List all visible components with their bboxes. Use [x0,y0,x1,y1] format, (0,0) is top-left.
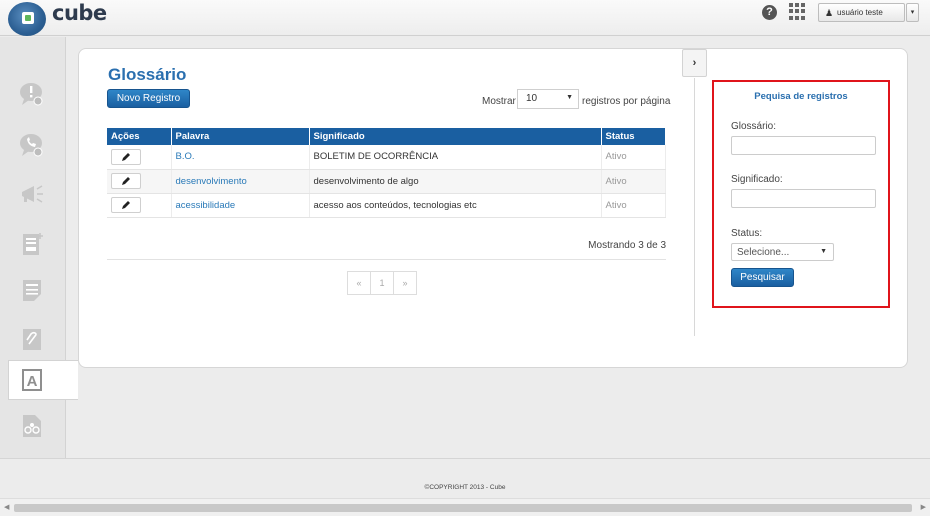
pagination: « 1 » [347,271,417,295]
scroll-left-icon[interactable]: ◀ [4,503,9,511]
sidebar-item-alert-chat[interactable] [14,77,50,111]
sidebar-item-add-report[interactable] [14,227,50,261]
per-page-label: registros por página [582,96,671,107]
horizontal-scrollbar[interactable]: ◀ ▶ [0,498,930,516]
sidebar-item-sla[interactable] [14,273,50,307]
app-name[interactable]: cube [52,1,107,25]
meaning-cell: acesso aos conteúdos, tecnologias etc [309,193,602,218]
table-row: acessibilidade acesso aos conteúdos, tec… [107,193,666,218]
sla-document-icon [23,280,41,301]
attachment-icon [23,329,41,350]
chevron-down-icon: ▼ [820,248,827,255]
word-link[interactable]: B.O. [171,145,310,170]
word-link[interactable]: desenvolvimento [171,169,310,194]
significado-label: Significado: [731,174,783,185]
user-name: usuário teste [837,8,883,17]
search-panel-title: Pequisa de registros [754,91,848,102]
status-select[interactable]: Selecione... ▼ [731,243,834,261]
search-button[interactable]: Pesquisar [731,268,794,287]
divider [107,259,666,260]
column-header-significado[interactable]: Significado [309,128,602,145]
grid-icon[interactable] [789,3,806,20]
status-label: Status: [731,228,763,239]
user-menu-caret[interactable]: ▾ [906,3,919,22]
phone-chat-icon [20,134,43,157]
results-count: Mostrando 3 de 3 [588,240,666,251]
table-row: B.O. BOLETIM DE OCORRÊNCIA Ativo [107,145,666,170]
pagination-page-1[interactable]: 1 [370,271,394,295]
workflow-document-icon [23,415,41,437]
person-icon: ♟ [825,8,834,18]
page-size-value: 10 [526,93,538,104]
scroll-right-icon[interactable]: ▶ [921,503,926,511]
glossario-label: Glossário: [731,121,777,132]
glossary-icon: A [22,369,42,391]
sidebar-item-phone-chat[interactable] [14,128,50,162]
new-record-button[interactable]: Novo Registro [107,89,190,108]
footer: ©COPYRIGHT 2013 - Cube [0,458,930,498]
column-header-palavra[interactable]: Palavra [171,128,310,145]
page-size-label: Mostrar [482,96,516,107]
top-bar: cube ? ♟ usuário teste ▾ [0,0,930,36]
table-header-row: Ações Palavra Significado Status [107,128,666,145]
chevron-down-icon: ▼ [566,94,573,101]
megaphone-icon [22,185,43,203]
sidebar-item-glossary[interactable]: A [14,363,50,397]
pagination-prev[interactable]: « [347,271,371,295]
svg-text:A: A [27,373,38,390]
search-panel: Pequisa de registros Glossário: Signific… [712,80,890,308]
copyright-text: ©COPYRIGHT 2013 - Cube [424,484,506,491]
glossario-input[interactable] [731,136,876,155]
toggle-search-panel-button[interactable]: › [682,49,707,77]
panel-divider [694,78,695,336]
pencil-icon [122,152,130,161]
pagination-next[interactable]: » [393,271,417,295]
add-report-icon [23,233,43,255]
sidebar-item-megaphone[interactable] [14,177,50,211]
scrollbar-thumb[interactable] [14,504,912,512]
status-cell: Ativo [601,169,666,194]
question-circle-icon[interactable]: ? [762,5,777,20]
page-title: Glossário [108,65,187,84]
user-menu-button[interactable]: ♟ usuário teste [818,3,905,22]
meaning-cell: BOLETIM DE OCORRÊNCIA [309,145,602,170]
meaning-cell: desenvolvimento de algo [309,169,602,194]
table-row: desenvolvimento desenvolvimento de algo … [107,169,666,194]
glossary-table: Ações Palavra Significado Status B.O. BO… [107,128,666,218]
status-cell: Ativo [601,145,666,170]
cube-logo-icon[interactable] [8,2,46,36]
column-header-status[interactable]: Status [601,128,666,145]
edit-button[interactable] [111,197,141,213]
pencil-icon [122,201,130,209]
word-link[interactable]: acessibilidade [171,193,310,218]
column-header-acoes[interactable]: Ações [107,128,172,145]
alert-chat-icon [20,83,43,106]
status-cell: Ativo [601,193,666,218]
significado-input[interactable] [731,189,876,208]
sidebar: A [0,37,78,459]
page-size-select[interactable]: 10 ▼ [517,89,579,109]
edit-button[interactable] [111,148,141,165]
status-select-value: Selecione... [737,247,790,258]
sidebar-item-attachment[interactable] [14,322,50,356]
edit-button[interactable] [111,173,141,189]
pencil-icon [122,177,130,185]
sidebar-item-workflow[interactable] [14,409,50,443]
